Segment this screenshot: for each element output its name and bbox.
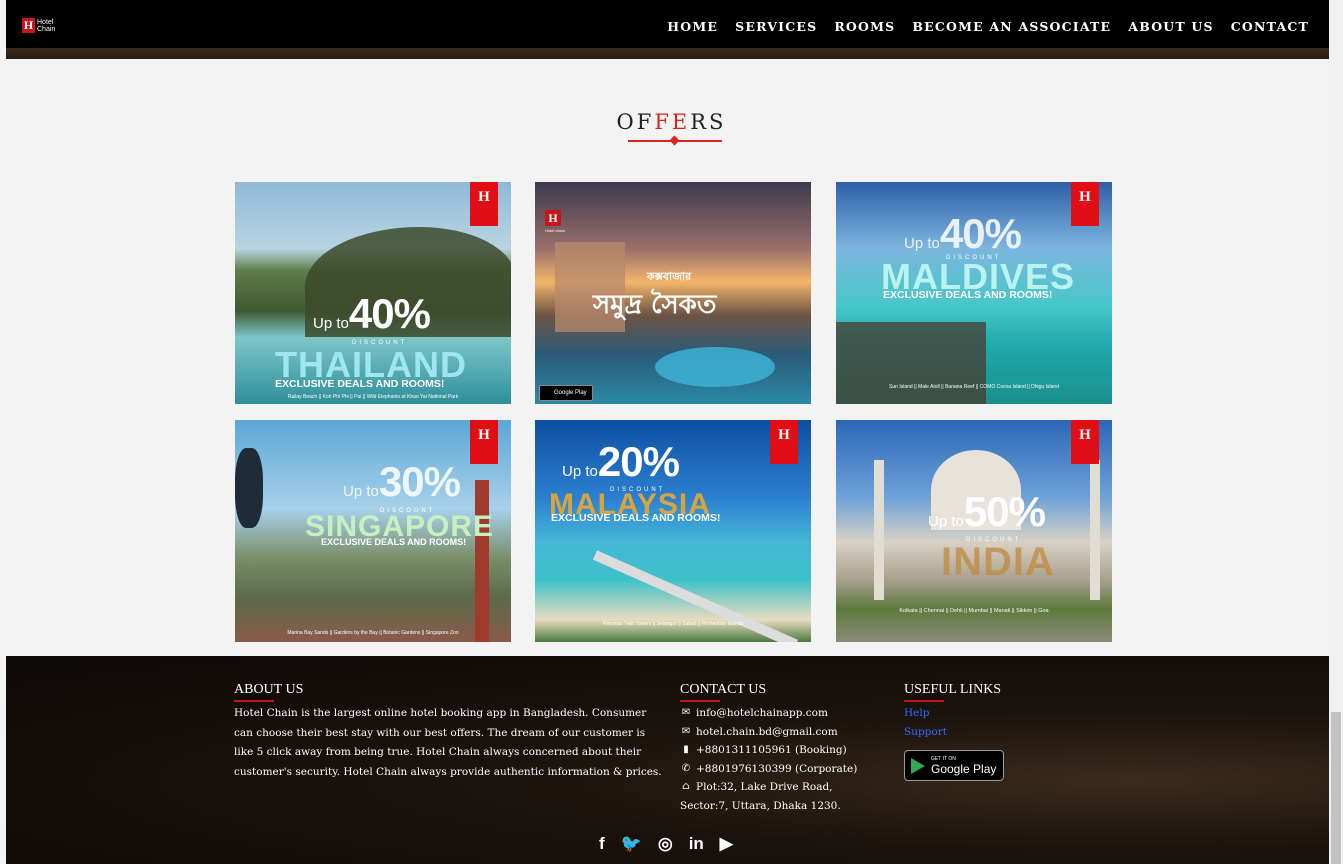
contact-underline: [680, 700, 720, 702]
logo-text: Hotel Chain: [37, 19, 55, 33]
exclusive-text: EXCLUSIVE DEALS AND ROOMS!: [275, 378, 445, 390]
instagram-icon[interactable]: ◎: [658, 834, 673, 854]
phone-icon: ✆: [681, 762, 691, 774]
deck-shape: [836, 322, 986, 404]
envelope-icon: ✉: [681, 725, 691, 737]
social-links: f 🐦 ◎ in ▶: [599, 834, 733, 854]
linkedin-icon[interactable]: in: [689, 834, 704, 854]
pool-shape: [655, 347, 775, 387]
about-text: Hotel Chain is the largest online hotel …: [234, 707, 662, 778]
offer-card-coxs-bazar[interactable]: H Hotel chain কক্সবাজার সমুদ্র সৈকত Goog…: [535, 182, 811, 404]
footer-contact: CONTACT US ✉ info@hotelchainapp.com ✉ hote…: [680, 682, 890, 815]
main-menu: HOME SERVICES ROOMS BECOME AN ASSOCIATE …: [667, 19, 1309, 34]
google-play-button[interactable]: GET IT ON Google Play: [904, 750, 1004, 781]
discount-amount: Up to40%: [313, 290, 431, 337]
minaret-right: [1090, 460, 1100, 600]
nav-home[interactable]: HOME: [667, 19, 718, 34]
about-underline: [234, 700, 274, 702]
help-link[interactable]: Help: [904, 704, 1104, 723]
nav-about-us[interactable]: ABOUT US: [1128, 19, 1213, 34]
contact-address: ⌂ Plot:32, Lake Drive Road,: [680, 778, 890, 797]
nav-rooms[interactable]: ROOMS: [834, 19, 895, 34]
contact-address-2: Sector:7, Uttara, Dhaka 1230.: [680, 799, 841, 812]
places-list: Petronas Twin Towers || Selangor || Saba…: [602, 621, 744, 627]
tower-shape: [475, 480, 489, 642]
offer-card-singapore[interactable]: H Up to30% DISCOUNT SINGAPORE EXCLUSIVE …: [235, 420, 511, 642]
logo[interactable]: H Hotel Chain: [22, 18, 55, 33]
youtube-icon[interactable]: ▶: [720, 834, 733, 854]
about-heading: ABOUT US: [234, 682, 304, 697]
cable-car-shape: [235, 448, 263, 528]
offer-card-thailand[interactable]: H Up to40% DISCOUNT THAILAND EXCLUSIVE D…: [235, 182, 511, 404]
places-list: Kolkata || Chennai || Dehli || Mumbai ||…: [899, 608, 1049, 614]
minaret-left: [874, 460, 884, 600]
gplay-big-text: Google Play: [931, 761, 997, 776]
google-play-badge-small: Google Play: [539, 385, 593, 401]
support-link[interactable]: Support: [904, 723, 1104, 742]
offer-card-malaysia[interactable]: H Up to20% DISCOUNT MALAYSIA EXCLUSIVE D…: [535, 420, 811, 642]
hotel-chain-badge: H: [470, 182, 498, 226]
offers-title: OFFERS: [616, 110, 727, 134]
places-list: Railay Beach || Koh Phi Phi || Pai || Wi…: [287, 394, 459, 400]
places-list: Marina Bay Sands || Gardens by the Bay |…: [287, 630, 459, 636]
discount-amount: Up to40%: [904, 210, 1022, 257]
places-list: Sun Island || Male Atoll || Banana Reef …: [889, 384, 1059, 390]
headline-main: সমুদ্র সৈকত: [593, 290, 717, 320]
mobile-icon: ▮: [683, 744, 689, 755]
footer-about: ABOUT US Hotel Chain is the largest onli…: [234, 682, 664, 782]
contact-phone-corporate[interactable]: ✆ +8801976130399 (Corporate): [680, 760, 890, 779]
nav-services[interactable]: SERVICES: [735, 19, 817, 34]
facebook-icon[interactable]: f: [599, 834, 605, 854]
logo-line-2: Chain: [37, 25, 56, 33]
brand-block: H Hotel chain: [545, 210, 587, 233]
nav-become-associate[interactable]: BECOME AN ASSOCIATE: [912, 19, 1111, 34]
brand-text: Hotel chain: [545, 228, 566, 233]
scrollbar-thumb[interactable]: [1331, 712, 1341, 864]
footer: ABOUT US Hotel Chain is the largest onli…: [6, 656, 1329, 864]
exclusive-text: EXCLUSIVE DEALS AND ROOMS!: [551, 512, 721, 524]
contact-email-1[interactable]: ✉ info@hotelchainapp.com: [680, 704, 890, 723]
jetty-shape: [592, 550, 799, 642]
hotel-chain-badge: H: [1071, 182, 1099, 226]
logo-line-1: Hotel: [37, 18, 54, 26]
footer-links: USEFUL LINKS Help Support GET IT ON Goog…: [904, 682, 1104, 781]
home-icon: ⌂: [682, 781, 690, 792]
exclusive-text: EXCLUSIVE DEALS AND ROOMS!: [321, 537, 467, 547]
google-play-icon: [911, 757, 925, 774]
discount-amount: Up to30%: [343, 458, 461, 505]
title-diamond: [669, 135, 680, 146]
brand-mark-icon: H: [545, 210, 561, 226]
nav-contact[interactable]: CONTACT: [1231, 19, 1309, 34]
exclusive-text: EXCLUSIVE DEALS AND ROOMS!: [883, 289, 1053, 301]
offer-card-india[interactable]: H Up to50% DISCOUNT INDIA Kolkata || Che…: [836, 420, 1112, 642]
twitter-icon[interactable]: 🐦: [621, 834, 642, 854]
contact-heading: CONTACT US: [680, 682, 767, 697]
offer-card-maldives[interactable]: H Up to40% DISCOUNT MALDIVES EXCLUSIVE D…: [836, 182, 1112, 404]
contact-email-2[interactable]: ✉ hotel.chain.bd@gmail.com: [680, 723, 890, 742]
hotel-chain-badge: H: [770, 420, 798, 464]
envelope-icon: ✉: [681, 707, 691, 718]
hotel-chain-badge: H: [1071, 420, 1099, 464]
top-navbar: H Hotel Chain HOME SERVICES ROOMS BECOME…: [6, 0, 1329, 59]
scrollbar[interactable]: [1329, 0, 1343, 864]
discount-amount: Up to50%: [928, 488, 1046, 535]
discount-amount: Up to20%: [562, 438, 680, 485]
links-underline: [904, 700, 944, 702]
hotel-chain-badge: H: [470, 420, 498, 464]
logo-mark-icon: H: [22, 18, 35, 33]
contact-phone-booking[interactable]: ▮ +8801311105961 (Booking): [680, 741, 890, 760]
destination-title: INDIA: [941, 540, 1055, 584]
links-heading: USEFUL LINKS: [904, 682, 1002, 697]
